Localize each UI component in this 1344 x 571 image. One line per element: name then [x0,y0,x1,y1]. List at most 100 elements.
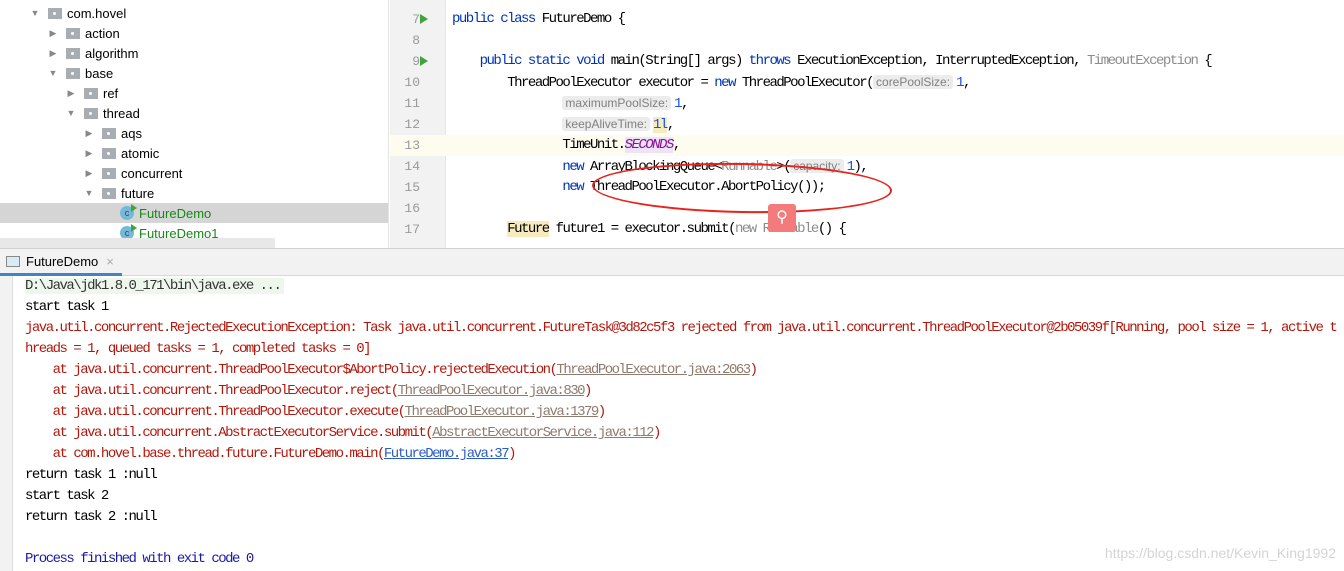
parameter-hint: maximumPoolSize: [562,96,672,110]
tree-item-concurrent[interactable]: ▶ concurrent [0,163,388,183]
tree-item-label: thread [103,105,140,121]
line-number: 16 [404,201,420,216]
tree-item-com-hovel[interactable]: ▼ com.hovel [0,3,388,23]
stacktrace-link[interactable]: ThreadPoolExecutor.java:830 [398,383,586,399]
folder-icon [84,87,98,99]
console-line: start task 1 [25,297,1340,318]
stacktrace-link[interactable]: AbstractExecutorService.java:112 [432,425,654,441]
watermark: https://blog.csdn.net/Kevin_King1992 [1104,545,1336,561]
code-line: keepAliveTime: 1l, [452,114,675,135]
code-token: , [681,96,689,112]
console-line: java.util.concurrent.RejectedExecutionEx… [25,318,1340,360]
code-token: ThreadPoolExecutor executor = [452,75,715,91]
line-number: 12 [404,117,420,132]
chevron-right-icon[interactable]: ▶ [66,88,76,99]
code-token: TimeUnit. [452,137,626,153]
tree-item-atomic[interactable]: ▶ atomic [0,143,388,163]
code-line: public class FutureDemo { [452,9,626,30]
code-editor[interactable]: public class FutureDemo { public static … [446,0,1344,248]
chevron-right-icon[interactable]: ▶ [84,148,94,159]
line-number: 8 [412,33,420,48]
chevron-down-icon[interactable]: ▼ [30,8,40,18]
tree-item-label: FutureDemo [139,205,212,221]
chevron-down-icon[interactable]: ▼ [66,108,76,118]
stacktrace-link[interactable]: ThreadPoolExecutor.java:1379 [405,404,600,420]
folder-icon [48,7,62,19]
line-number: 11 [404,96,420,111]
code-token: new [714,75,742,91]
chevron-right-icon[interactable]: ▶ [48,28,58,39]
console-output[interactable]: D:\Java\jdk1.8.0_171\bin\java.exe ... sta… [13,276,1344,570]
code-line: maximumPoolSize: 1, [452,93,689,114]
line-number: 14 [404,159,420,174]
console-line: at com.hovel.base.thread.future.FutureDe… [25,444,1340,465]
close-icon[interactable]: × [106,254,114,269]
console-line: D:\Java\jdk1.8.0_171\bin\java.exe ... [25,276,1340,297]
console-text: at com.hovel.base.thread.future.FutureDe… [25,446,386,462]
console-line: at java.util.concurrent.ThreadPoolExecut… [25,402,1340,423]
code-token: SECONDS [624,137,674,153]
tree-item-label: aqs [121,125,142,141]
stacktrace-link[interactable]: ThreadPoolExecutor.java:2063 [556,362,751,378]
tree-item-future[interactable]: ▼ future [0,183,388,203]
code-line: TimeUnit.SECONDS, [452,135,681,156]
console-text: ) [653,425,661,441]
code-token: ExecutionException, InterruptedException… [797,53,1087,69]
tree-item-label: ref [103,85,119,101]
parameter-hint: corePoolSize: [873,75,954,89]
chevron-right-icon[interactable]: ▶ [48,48,58,59]
code-line: ThreadPoolExecutor executor = new Thread… [452,72,971,93]
console-text: java.util.concurrent.RejectedExecutionEx… [25,320,1338,357]
console-text: return task 2 :null [25,509,158,525]
run-side-toolbar[interactable] [0,276,13,571]
folder-icon [102,127,116,139]
search-lens-icon[interactable]: ⚲ [768,204,796,232]
editor-gutter: 7 8 9 10 11 12 13 14 15 16 17 [390,0,446,248]
tree-item-thread[interactable]: ▼ thread [0,103,388,123]
tab-run-futuredemo[interactable]: FutureDemo × [0,249,122,276]
code-token: () { [817,221,847,237]
console-text: D:\Java\jdk1.8.0_171\bin\java.exe ... [25,278,285,294]
chevron-right-icon[interactable]: ▶ [84,168,94,179]
tree-item-label: future [121,185,155,201]
console-line: at java.util.concurrent.AbstractExecutor… [25,423,1340,444]
folder-icon [102,187,116,199]
chevron-down-icon[interactable]: ▼ [84,188,94,198]
tree-item-futuredemo[interactable]: c FutureDemo [0,203,388,223]
console-text: start task 1 [25,299,109,315]
tree-item-algorithm[interactable]: ▶ algorithm [0,43,388,63]
console-text: at java.util.concurrent.ThreadPoolExecut… [25,404,406,420]
tree-item-action[interactable]: ▶ action [0,23,388,43]
chevron-right-icon[interactable]: ▶ [84,128,94,139]
tree-item-base[interactable]: ▼ base [0,63,388,83]
tree-item-label: algorithm [85,45,139,61]
tree-horizontal-scrollbar[interactable] [0,238,275,248]
line-number: 13 [404,138,420,153]
code-token: , [962,75,971,91]
console-line: start task 2 [25,486,1340,507]
project-tree[interactable]: ▼ com.hovel ▶ action ▶ algorithm ▼ base ▶ ref ▼ thr… [0,0,389,248]
line-number: 17 [404,222,420,237]
folder-icon [66,47,80,59]
console-text: ) [584,383,592,399]
line-number: 7 [412,12,420,27]
code-line: public static void main(String[] args) t… [452,51,1213,72]
run-gutter-icon[interactable] [420,56,428,66]
run-gutter-icon[interactable] [420,14,428,24]
console-text: ) [597,404,606,420]
code-token: ThreadPoolExecutor( [741,75,875,91]
code-token: throws [748,53,798,69]
stacktrace-link[interactable]: FutureDemo.java:37 [384,446,510,462]
tree-item-aqs[interactable]: ▶ aqs [0,123,388,143]
console-text: at java.util.concurrent.ThreadPoolExecut… [25,362,558,378]
line-number: 15 [404,180,420,195]
folder-icon [102,167,116,179]
chevron-down-icon[interactable]: ▼ [48,68,58,78]
java-class-icon: c [120,204,137,220]
code-token: 1 [674,96,682,112]
tree-item-label: action [85,25,120,41]
tree-item-ref[interactable]: ▶ ref [0,83,388,103]
